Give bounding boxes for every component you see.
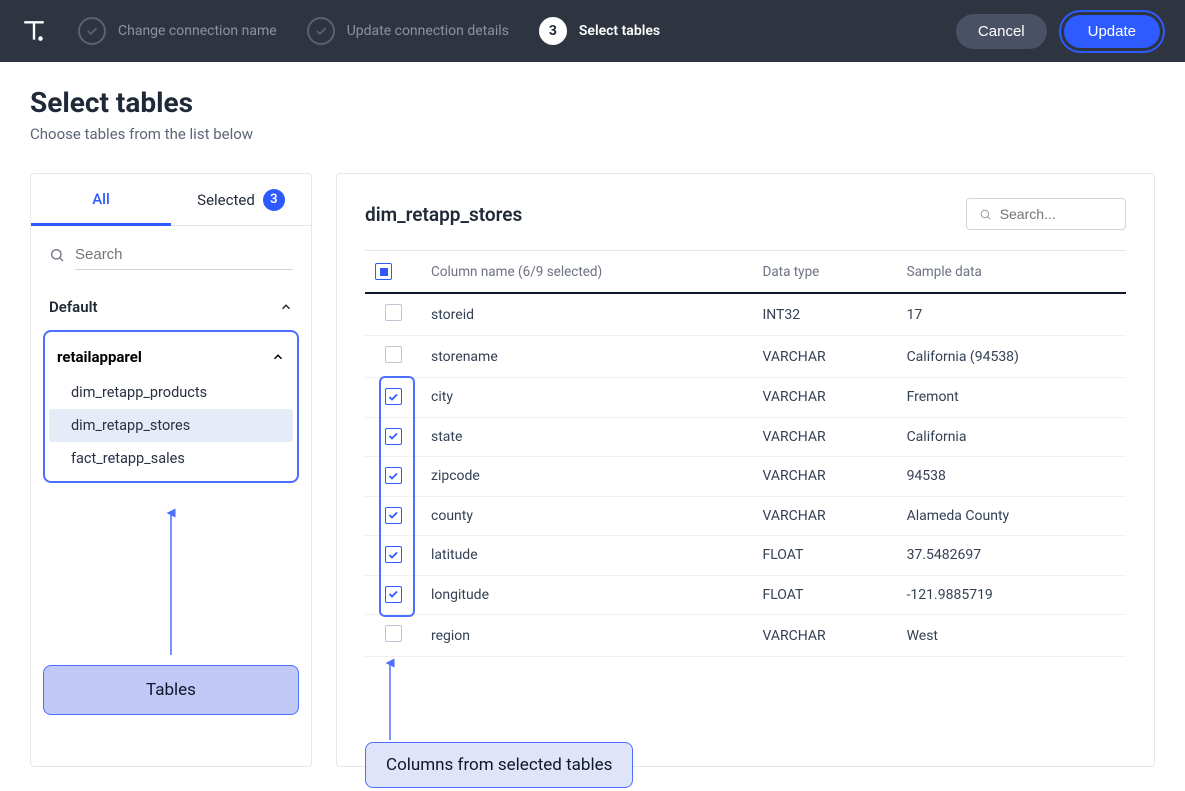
table-row: cityVARCHARFremont (365, 378, 1126, 418)
column-type: VARCHAR (752, 457, 896, 497)
search-input[interactable] (75, 240, 293, 270)
update-button-highlight: Update (1059, 10, 1165, 53)
column-sample: Fremont (897, 378, 1126, 418)
tab-selected[interactable]: Selected 3 (171, 174, 311, 226)
table-row: longitudeFLOAT-121.9885719 (365, 575, 1126, 615)
column-sample: California (94538) (897, 336, 1126, 378)
current-table-name: dim_retapp_stores (365, 203, 522, 226)
search-icon (979, 207, 992, 222)
column-search-input[interactable] (1000, 206, 1113, 222)
schema-highlight: retailapparel dim_retapp_products dim_re… (43, 330, 299, 483)
table-item[interactable]: dim_retapp_stores (49, 409, 293, 442)
step-1[interactable]: Change connection name (78, 17, 277, 45)
table-row: storeidINT3217 (365, 293, 1126, 336)
callout-arrow (31, 503, 311, 653)
schema-label: retailapparel (57, 348, 142, 366)
column-name: zipcode (421, 457, 752, 497)
topbar: Change connection name Update connection… (0, 0, 1185, 62)
column-search (966, 198, 1126, 230)
column-type: VARCHAR (752, 615, 896, 657)
app-logo (20, 17, 48, 45)
select-all-checkbox[interactable] (375, 263, 392, 280)
sidebar-search (31, 226, 311, 280)
selected-count-badge: 3 (263, 189, 285, 211)
columns-pane: dim_retapp_stores Column name (6/9 selec… (336, 173, 1155, 767)
step-label: Change connection name (118, 23, 277, 39)
column-checkbox[interactable] (385, 625, 402, 642)
header-data-type: Data type (752, 251, 896, 294)
column-type: VARCHAR (752, 496, 896, 536)
column-type: VARCHAR (752, 336, 896, 378)
tables-sidebar: All Selected 3 Default retailapparel (30, 173, 312, 767)
tab-label: Selected (197, 191, 255, 209)
table-item[interactable]: fact_retapp_sales (49, 442, 293, 475)
callout-arrow-columns: Columns from selected tables (365, 657, 1126, 742)
columns-table: Column name (6/9 selected) Data type Sam… (365, 250, 1126, 657)
table-row: countyVARCHARAlameda County (365, 496, 1126, 536)
group-label: Default (49, 298, 98, 316)
group-default[interactable]: Default (43, 284, 299, 330)
page-subtitle: Choose tables from the list below (30, 125, 1155, 143)
search-icon (49, 247, 65, 263)
column-sample: West (897, 615, 1126, 657)
schema-retailapparel[interactable]: retailapparel (49, 338, 293, 376)
table-row: storenameVARCHARCalifornia (94538) (365, 336, 1126, 378)
update-button[interactable]: Update (1064, 15, 1160, 48)
column-type: VARCHAR (752, 378, 896, 418)
column-sample: 94538 (897, 457, 1126, 497)
column-name: region (421, 615, 752, 657)
chevron-up-icon (279, 300, 293, 314)
step-label: Update connection details (347, 23, 509, 39)
column-name: county (421, 496, 752, 536)
column-name: storename (421, 336, 752, 378)
column-checkbox[interactable] (385, 304, 402, 321)
checked-columns-highlight (379, 376, 415, 617)
column-sample: California (897, 417, 1126, 457)
column-sample: -121.9885719 (897, 575, 1126, 615)
table-row: latitudeFLOAT37.5482697 (365, 536, 1126, 576)
step-3[interactable]: 3 Select tables (539, 17, 660, 45)
table-row: regionVARCHARWest (365, 615, 1126, 657)
callout-columns: Columns from selected tables (365, 742, 633, 788)
chevron-up-icon (271, 350, 285, 364)
callout-tables: Tables (43, 665, 299, 715)
column-checkbox[interactable] (385, 346, 402, 363)
column-name: storeid (421, 293, 752, 336)
tab-label: All (92, 190, 110, 208)
topbar-actions: Cancel Update (956, 10, 1165, 53)
column-sample: 37.5482697 (897, 536, 1126, 576)
column-name: state (421, 417, 752, 457)
column-type: FLOAT (752, 575, 896, 615)
check-icon (307, 17, 335, 45)
column-name: latitude (421, 536, 752, 576)
check-icon (78, 17, 106, 45)
wizard-steps: Change connection name Update connection… (78, 17, 956, 45)
column-type: FLOAT (752, 536, 896, 576)
cancel-button[interactable]: Cancel (956, 14, 1047, 49)
column-name: longitude (421, 575, 752, 615)
tab-all[interactable]: All (31, 174, 171, 226)
header-column-name: Column name (6/9 selected) (421, 251, 752, 294)
column-sample: Alameda County (897, 496, 1126, 536)
step-2[interactable]: Update connection details (307, 17, 509, 45)
table-row: zipcodeVARCHAR94538 (365, 457, 1126, 497)
column-sample: 17 (897, 293, 1126, 336)
tables-tree: Default retailapparel dim_retapp_product… (31, 280, 311, 503)
table-row: stateVARCHARCalifornia (365, 417, 1126, 457)
column-type: VARCHAR (752, 417, 896, 457)
page-title: Select tables (30, 86, 1155, 119)
header-sample-data: Sample data (897, 251, 1126, 294)
column-type: INT32 (752, 293, 896, 336)
step-label: Select tables (579, 23, 660, 39)
column-name: city (421, 378, 752, 418)
table-item[interactable]: dim_retapp_products (49, 376, 293, 409)
sidebar-tabs: All Selected 3 (31, 174, 311, 226)
step-number: 3 (539, 17, 567, 45)
